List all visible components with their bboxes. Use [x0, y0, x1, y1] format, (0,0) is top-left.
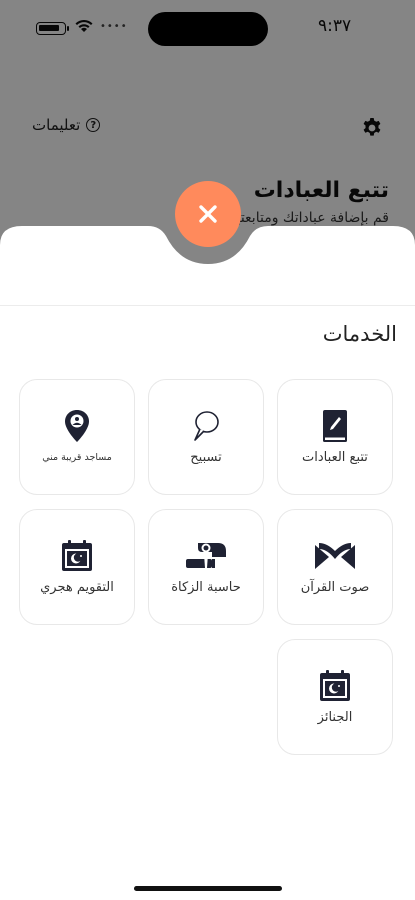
speech-bubble-icon: [194, 411, 219, 441]
calendar-moon-icon: [62, 540, 92, 571]
service-label: صوت القرآن: [300, 580, 370, 595]
service-card-tasbih[interactable]: تسبيح: [148, 379, 264, 495]
service-label: حاسبة الزكاة: [171, 580, 241, 595]
service-card-quran-audio[interactable]: صوت القرآن: [277, 509, 393, 625]
quran-book-icon: [315, 543, 355, 569]
services-title: الخدمات: [322, 322, 397, 346]
sheet-divider: [0, 305, 415, 306]
service-card-hijri-calendar[interactable]: التقويم هجري: [19, 509, 135, 625]
home-indicator[interactable]: [134, 886, 282, 891]
service-label: تتبع العبادات: [302, 450, 368, 465]
service-card-zakat-calculator[interactable]: حاسبة الزكاة: [148, 509, 264, 625]
service-card-worship-tracker[interactable]: تتبع العبادات: [277, 379, 393, 495]
service-card-funerals[interactable]: الجنائز: [277, 639, 393, 755]
calendar-moon-icon: [320, 670, 350, 701]
service-label: مساجد قريبة مني: [42, 452, 112, 463]
close-button[interactable]: [175, 181, 241, 247]
service-label: الجنائز: [317, 710, 353, 725]
close-icon: [199, 205, 217, 223]
notebook-icon: [323, 410, 347, 442]
zakat-hand-icon: [186, 543, 226, 568]
service-card-nearby-mosques[interactable]: مساجد قريبة مني: [19, 379, 135, 495]
services-sheet: الخدمات تتبع العبادات تسبيح مساجد قريبة …: [0, 0, 415, 900]
service-label: التقويم هجري: [40, 580, 114, 595]
service-label: تسبيح: [190, 450, 222, 465]
location-pin-icon: [65, 410, 89, 442]
